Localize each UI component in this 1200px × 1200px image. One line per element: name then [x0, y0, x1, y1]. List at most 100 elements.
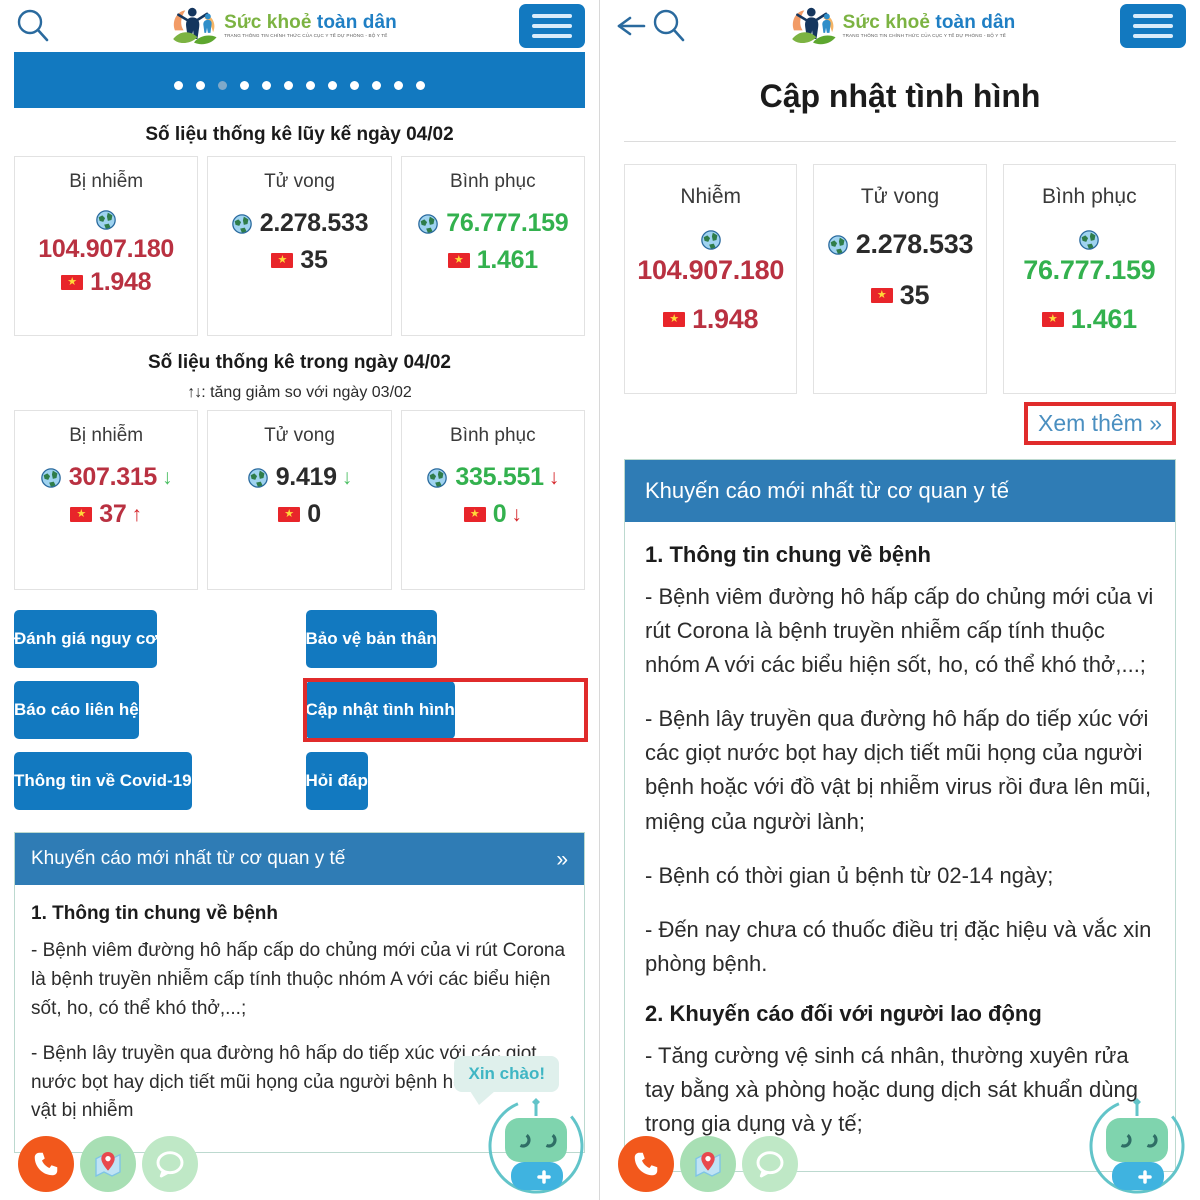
stat-vietnam-row: 35: [212, 246, 386, 275]
stat-card-deaths: Tử vong 2.278.533 35: [813, 164, 987, 394]
stat-vietnam-value: 1.948: [692, 304, 759, 334]
globe-icon: [427, 467, 448, 488]
right-stats-row: Nhiễm 104.907.180 1.948 Tử vong 2.278.53…: [600, 164, 1200, 394]
carousel-dot[interactable]: [394, 81, 403, 90]
trend-up-icon: ↑: [131, 503, 143, 526]
carousel-dot[interactable]: [372, 81, 381, 90]
stat-vietnam-row: 37 ↑: [19, 500, 193, 529]
button-slot: Thông tin về Covid-19: [14, 752, 294, 810]
stat-card-recovered: Bình phục 76.777.159 1.461: [1002, 164, 1176, 394]
chat-bubble-icon[interactable]: [742, 1136, 798, 1192]
faq-button[interactable]: Hỏi đáp: [305, 752, 368, 810]
trend-down-icon: ↓: [341, 466, 353, 489]
advisory-header[interactable]: Khuyến cáo mới nhất từ cơ quan y tế: [625, 460, 1175, 522]
globe-icon: [827, 234, 848, 255]
cumulative-stats-row: Bị nhiễm 104.907.180 1.948 Tử vong 2.278…: [0, 156, 599, 336]
logo-title: Sức khoẻ toàn dân: [842, 12, 1016, 34]
chatbot-widget-left[interactable]: Xin chào!: [453, 1048, 593, 1198]
stat-card-infected: Nhiễm 104.907.180 1.948: [624, 164, 798, 394]
carousel-dot[interactable]: [240, 81, 249, 90]
stat-world-row: 307.315 ↓: [19, 463, 193, 492]
carousel-dot[interactable]: [328, 81, 337, 90]
advisory-paragraph: - Bệnh có thời gian ủ bệnh từ 02-14 ngày…: [645, 862, 1054, 888]
stat-values: 104.907.180 1.948: [19, 209, 193, 297]
vietnam-flag-icon: [70, 507, 93, 522]
site-logo[interactable]: Sức khoẻ toàn dân TRANG THÔNG TIN CHÍNH …: [168, 4, 397, 48]
phone-icon[interactable]: [18, 1136, 74, 1192]
daily-card-recovered: Bình phục 335.551 ↓ 0 ↓: [400, 410, 585, 590]
daily-card-infected: Bị nhiễm 307.315 ↓ 37 ↑: [14, 410, 199, 590]
carousel-dot-active[interactable]: [218, 81, 227, 90]
vietnam-flag-icon: [271, 253, 294, 268]
carousel-dot[interactable]: [284, 81, 293, 90]
stat-card-infected: Bị nhiễm 104.907.180 1.948: [14, 156, 199, 336]
globe-icon: [96, 210, 116, 230]
hamburger-menu-icon[interactable]: [1120, 4, 1186, 48]
double-chevron-right-icon[interactable]: »: [556, 849, 568, 870]
update-situation-button[interactable]: Cập nhật tình hình: [305, 681, 455, 739]
stat-vietnam-value: 35: [300, 246, 328, 274]
back-arrow-icon[interactable]: [614, 11, 648, 41]
dual-screenshot-comparison: Sức khoẻ toàn dân TRANG THÔNG TIN CHÍNH …: [0, 0, 1200, 1200]
stat-values: 76.777.159 1.461: [1010, 229, 1169, 335]
advisory-section-2-title: 2. Khuyến cáo đối với người lao động: [645, 1000, 1042, 1026]
stat-world-value: 76.777.159: [446, 209, 569, 237]
stat-label: Bình phục: [450, 425, 536, 446]
stat-vietnam-value: 1.461: [476, 246, 538, 274]
stat-label: Nhiễm: [680, 185, 741, 208]
map-pin-icon[interactable]: [80, 1136, 136, 1192]
stat-vietnam-row: 1.461: [406, 246, 580, 275]
covid-info-button[interactable]: Thông tin về Covid-19: [14, 752, 192, 810]
stat-world-row: 2.278.533: [212, 209, 386, 238]
trend-down-icon: ↓: [511, 503, 522, 526]
stat-vietnam-value: 35: [899, 280, 930, 310]
stat-values: 104.907.180 1.948: [631, 229, 790, 335]
stat-vietnam-row: 1.948: [61, 268, 151, 297]
action-button-grid: Đánh giá nguy cơ Bảo vệ bản thân Báo cáo…: [0, 590, 599, 810]
carousel-dot[interactable]: [174, 81, 183, 90]
stat-label: Bị nhiễm: [69, 171, 144, 192]
chat-bubble-icon[interactable]: [142, 1136, 198, 1192]
logo-text-block: Sức khoẻ toàn dân TRANG THÔNG TIN CHÍNH …: [843, 13, 1016, 39]
chat-bot-icon[interactable]: [481, 1088, 591, 1198]
advisory-paragraph: - Bệnh viêm đường hô hấp cấp do chủng mớ…: [645, 584, 1154, 678]
search-icon[interactable]: [650, 7, 688, 45]
button-slot-highlighted: Cập nhật tình hình: [302, 678, 588, 742]
daily-note-text: : tăng giảm so với ngày 03/02: [201, 384, 412, 401]
self-protection-button[interactable]: Bảo vệ bản thân: [305, 610, 437, 668]
chatbot-widget-right[interactable]: [1054, 1048, 1194, 1198]
button-slot: Hỏi đáp: [305, 752, 586, 810]
risk-assessment-button[interactable]: Đánh giá nguy cơ: [14, 610, 158, 668]
stat-world-value: 307.315: [68, 463, 158, 491]
contact-report-button[interactable]: Báo cáo liên hệ: [14, 681, 139, 739]
trend-down-icon: ↓: [162, 466, 173, 489]
see-more-link[interactable]: Xem thêm »: [1024, 402, 1176, 445]
map-pin-icon[interactable]: [680, 1136, 736, 1192]
search-icon[interactable]: [14, 7, 52, 45]
vietnam-flag-icon: [278, 507, 301, 522]
carousel-dots[interactable]: [14, 81, 585, 90]
globe-icon: [231, 213, 252, 234]
stat-card-deaths: Tử vong 2.278.533 35: [207, 156, 392, 336]
carousel-dot[interactable]: [262, 81, 271, 90]
carousel-dot[interactable]: [306, 81, 315, 90]
hamburger-menu-icon[interactable]: [519, 4, 585, 48]
page-title: Cập nhật tình hình: [759, 78, 1041, 114]
header-left-group: [14, 7, 52, 45]
phone-icon[interactable]: [618, 1136, 674, 1192]
stat-label: Tử vong: [264, 171, 335, 192]
carousel-dot[interactable]: [196, 81, 205, 90]
vietnam-flag-icon: [1041, 312, 1064, 327]
advisory-header[interactable]: Khuyến cáo mới nhất từ cơ quan y tế »: [15, 833, 584, 885]
carousel-dot[interactable]: [416, 81, 425, 90]
chat-bot-icon[interactable]: [1082, 1088, 1192, 1198]
advisory-header-title: Khuyến cáo mới nhất từ cơ quan y tế: [31, 848, 346, 869]
stat-world-row: 76.777.159: [406, 209, 580, 238]
logo-tagline: TRANG THÔNG TIN CHÍNH THỨC CỦA CỤC Y TẾ …: [224, 33, 388, 39]
carousel-dot[interactable]: [350, 81, 359, 90]
stat-world-value: 104.907.180: [637, 255, 785, 285]
stat-vietnam-row: 0 ↓: [406, 500, 580, 529]
globe-icon: [1079, 230, 1100, 250]
globe-icon: [247, 467, 268, 488]
site-logo[interactable]: Sức khoẻ toàn dân TRANG THÔNG TIN CHÍNH …: [787, 4, 1016, 48]
